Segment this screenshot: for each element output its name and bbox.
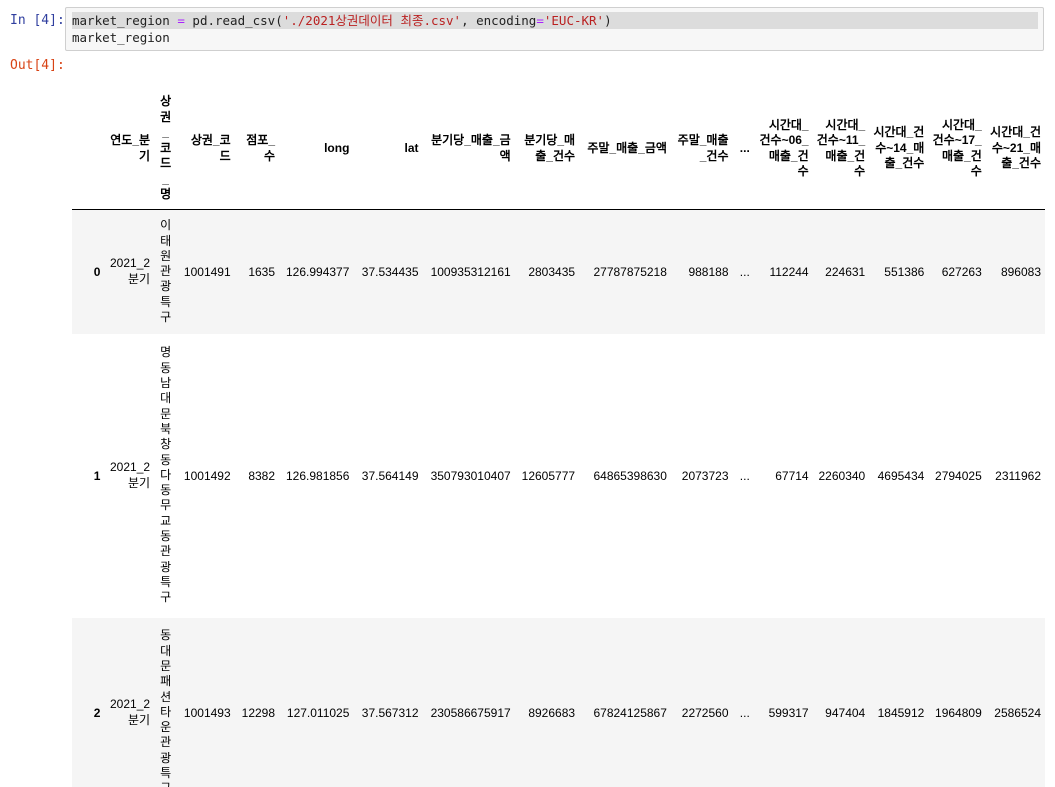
table-cell: 12298: [241, 705, 276, 720]
column-header: 주말_매출_건수: [670, 88, 733, 210]
table-cell: 2021_2분기: [110, 697, 151, 727]
table-cell: 37.534435: [361, 264, 419, 279]
table-cell: 947404: [825, 705, 866, 720]
column-header: 시간대_건수~14_매출_건수: [869, 88, 929, 210]
table-cell: 551386: [884, 264, 925, 279]
row-index: 1: [93, 468, 101, 483]
code-call: pd.read_csv(: [184, 13, 283, 28]
column-header: 분기당_매출_건수: [514, 88, 580, 210]
table-cell: 1001491: [183, 264, 231, 279]
column-header: 상권_코드: [177, 88, 235, 210]
table-cell: 2272560: [681, 705, 729, 720]
input-prompt: In [4]:: [10, 13, 65, 28]
table-cell: 1635: [248, 264, 276, 279]
column-header: 점포_수: [234, 88, 280, 210]
table-cell-ellipsis: ...: [739, 264, 750, 279]
table-cell: 1001493: [183, 705, 231, 720]
table-cell: 2803435: [528, 264, 576, 279]
table-row: 2 2021_2분기 동대문패션타운관광특구 1001493 12298 127…: [72, 617, 1045, 787]
column-header: 시간대_건수~11_매출_건수: [812, 88, 870, 210]
code-operator-eq: =: [536, 13, 544, 28]
table-cell: 627263: [941, 264, 982, 279]
table-cell: 2794025: [935, 468, 982, 483]
row-index: 2: [93, 705, 101, 720]
code-path-string: './2021상권데이터 최종.csv': [282, 13, 462, 28]
column-header: 시간대_건수~21_매출_건수: [985, 88, 1045, 210]
output-prompt: Out[4]:: [10, 58, 65, 73]
table-cell: 988188: [688, 264, 729, 279]
table-cell: 224631: [825, 264, 866, 279]
table-cell: 37.564149: [361, 468, 419, 483]
table-cell: 1001492: [183, 468, 231, 483]
table-cell: 2311962: [995, 468, 1041, 483]
table-cell: 112244: [769, 264, 809, 279]
table-cell: 64865398630: [593, 468, 667, 483]
column-header: 시간대_건수~06_매출_건수: [753, 88, 813, 210]
code-line-2: market_region: [72, 30, 170, 45]
code-var: market_region: [72, 13, 178, 28]
table-cell: 1845912: [877, 705, 925, 720]
table-cell: 1964809: [935, 705, 982, 720]
dataframe-table: 연도_분기 상권_코드_명 상권_코드 점포_수 long lat 분기당_매출…: [72, 88, 1045, 787]
column-header: 상권_코드_명: [154, 88, 178, 210]
table-row: 1 2021_2분기 명동남대문북창동다동무교동관광특구 1001492 838…: [72, 334, 1045, 618]
table-row: 0 2021_2분기 이태원관광특구 1001491 1635 126.9943…: [72, 209, 1045, 334]
table-cell: 37.567312: [361, 705, 419, 720]
table-cell: 2073723: [681, 468, 729, 483]
table-cell: 350793010407: [430, 468, 511, 483]
table-cell: 27787875218: [593, 264, 667, 279]
table-cell: 2586524: [994, 705, 1041, 720]
code-line-1: market_region = pd.read_csv('./2021상권데이터…: [72, 12, 1038, 29]
table-cell: 12605777: [521, 468, 576, 483]
table-cell-ellipsis: ...: [739, 468, 750, 483]
code-input-area[interactable]: market_region = pd.read_csv('./2021상권데이터…: [65, 7, 1044, 51]
table-cell: 896083: [1000, 264, 1041, 279]
table-cell: 230586675917: [430, 705, 511, 720]
table-cell-ellipsis: ...: [739, 705, 750, 720]
column-header: lat: [353, 88, 423, 210]
table-cell: 8926683: [528, 705, 576, 720]
code-keyword-arg: , encoding: [461, 13, 537, 28]
column-header: 연도_분기: [104, 88, 155, 210]
table-cell: 8382: [248, 468, 276, 483]
table-cell: 4695434: [877, 468, 925, 483]
column-header: 분기당_매출_금액: [422, 88, 515, 210]
table-cell: 명동남대문북창동다동무교동관광특구: [160, 345, 172, 605]
column-header: 주말_매출_금액: [579, 88, 671, 210]
dataframe-output: 연도_분기 상권_코드_명 상권_코드 점포_수 long lat 분기당_매출…: [72, 88, 1045, 787]
table-cell: 2021_2분기: [110, 460, 151, 490]
column-header-ellipsis: ...: [732, 88, 754, 210]
table-cell: 126.994377: [286, 264, 350, 279]
code-encoding-string: 'EUC-KR': [543, 13, 605, 28]
table-cell: 2021_2분기: [110, 256, 151, 287]
code-operator: =: [177, 13, 185, 28]
column-header: long: [279, 88, 354, 210]
header-row: 연도_분기 상권_코드_명 상권_코드 점포_수 long lat 분기당_매출…: [72, 88, 1045, 210]
table-cell: 동대문패션타운관광특구: [160, 628, 172, 787]
column-header-index: [72, 88, 105, 210]
table-cell: 599317: [768, 705, 809, 720]
column-header: 시간대_건수~17_매출_건수: [928, 88, 986, 210]
table-cell: 67714: [775, 468, 809, 483]
table-cell: 126.981856: [286, 468, 350, 483]
table-cell: 이태원관광특구: [160, 218, 172, 324]
table-cell: 127.011025: [286, 705, 350, 720]
table-cell: 67824125867: [593, 705, 667, 720]
code-close-paren: ): [604, 13, 612, 28]
table-cell: 2260340: [818, 468, 866, 483]
row-index: 0: [93, 264, 101, 279]
table-cell: 100935312161: [430, 264, 511, 279]
